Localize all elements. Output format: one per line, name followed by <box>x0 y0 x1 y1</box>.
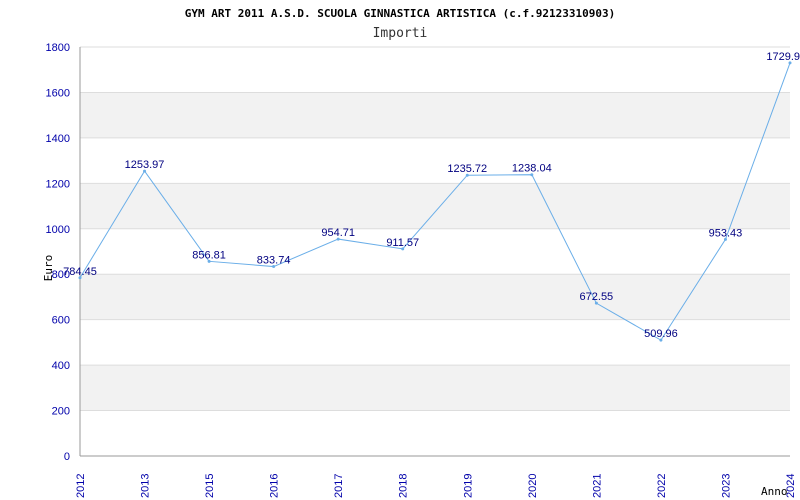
data-label: 1235.72 <box>447 163 487 175</box>
y-axis-ticks: 020040060080010001200140016001800 <box>46 42 70 463</box>
x-tick-label: 2021 <box>591 474 603 498</box>
grid-band <box>80 274 790 320</box>
data-label: 672.55 <box>580 291 614 303</box>
y-tick-label: 0 <box>64 451 70 463</box>
x-tick-label: 2023 <box>720 474 732 498</box>
x-tick-label: 2020 <box>527 474 539 498</box>
grid-band <box>80 365 790 411</box>
grid-band <box>80 92 790 138</box>
data-label: 1238.04 <box>512 163 552 175</box>
x-tick-label: 2017 <box>333 474 345 498</box>
chart-subtitle: Importi <box>373 26 428 41</box>
data-label: 509.96 <box>644 328 678 340</box>
data-label: 833.74 <box>257 255 291 267</box>
y-tick-label: 600 <box>52 315 70 327</box>
x-tick-label: 2013 <box>140 474 152 498</box>
data-label: 784.45 <box>63 266 97 278</box>
y-tick-label: 1600 <box>46 87 70 99</box>
y-tick-label: 1000 <box>46 224 70 236</box>
data-label: 954.71 <box>321 227 355 239</box>
chart-title: GYM ART 2011 A.S.D. SCUOLA GINNASTICA AR… <box>185 7 615 20</box>
x-tick-label: 2022 <box>656 474 668 498</box>
data-label: 953.43 <box>709 227 743 239</box>
x-tick-label: 2024 <box>785 474 797 498</box>
data-label: 1729.9 <box>766 51 800 63</box>
data-label: 911.57 <box>386 237 419 249</box>
x-tick-label: 2012 <box>75 474 87 498</box>
x-tick-label: 2016 <box>269 474 281 498</box>
y-tick-label: 1800 <box>46 42 70 54</box>
grid-band <box>80 183 790 229</box>
data-label: 856.81 <box>192 249 226 261</box>
y-tick-label: 400 <box>52 360 70 372</box>
x-axis-label: Anno <box>761 485 788 498</box>
y-tick-label: 1400 <box>46 133 70 145</box>
x-tick-label: 2019 <box>462 474 474 498</box>
x-tick-label: 2018 <box>398 474 410 498</box>
line-chart: GYM ART 2011 A.S.D. SCUOLA GINNASTICA AR… <box>42 7 800 498</box>
x-tick-label: 2015 <box>204 474 216 498</box>
plot-background-bands <box>80 92 790 411</box>
data-label: 1253.97 <box>125 159 165 171</box>
x-axis-ticks: 2012 2013 2015 2016 2017 2018 2019 2020 2021 2022… <box>75 474 797 498</box>
y-tick-label: 200 <box>52 406 70 418</box>
y-tick-label: 1200 <box>46 178 70 190</box>
